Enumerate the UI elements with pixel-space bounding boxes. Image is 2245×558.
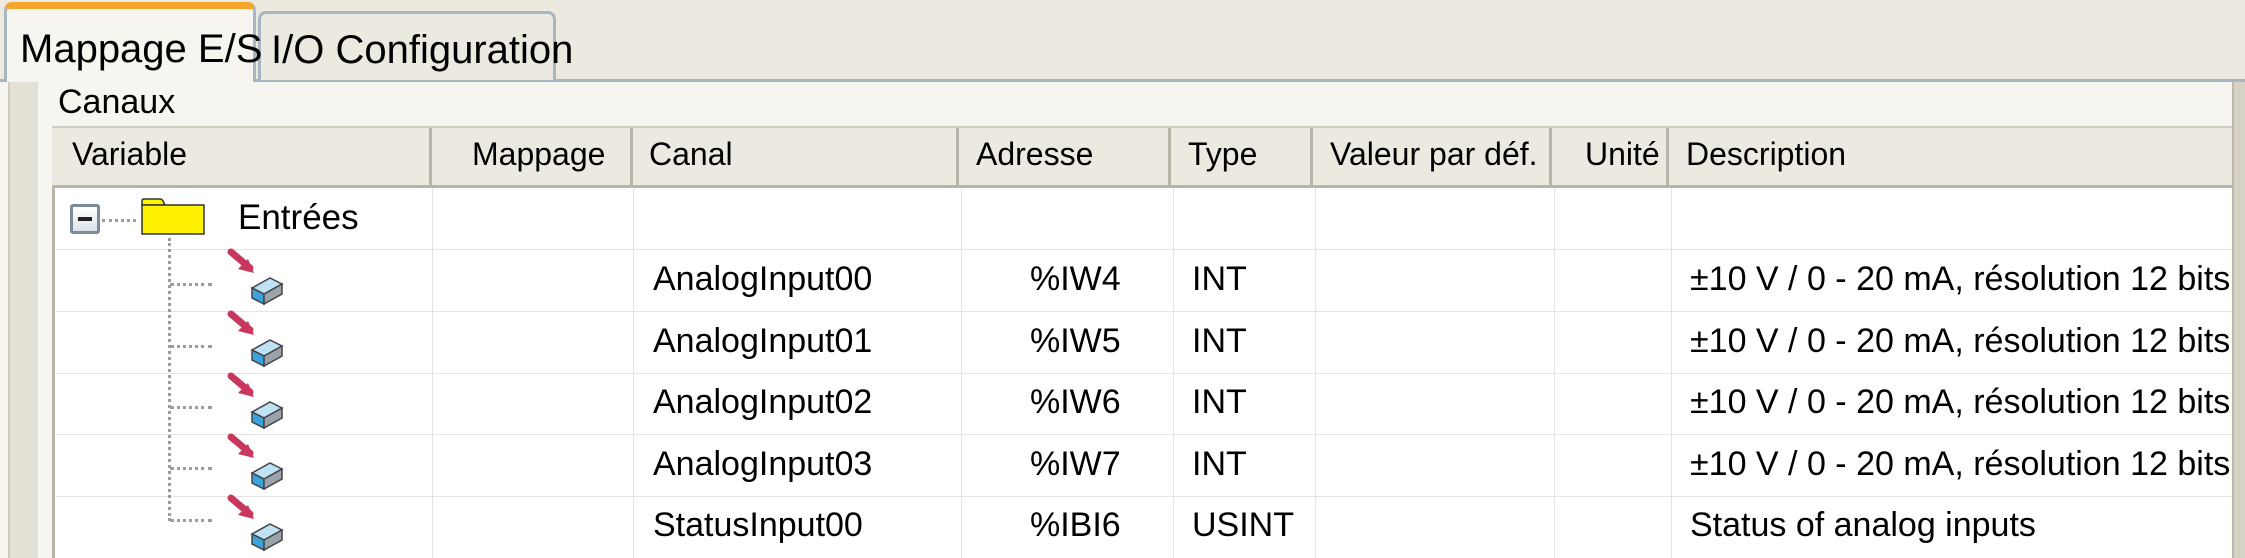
- panel-left-border: [8, 82, 38, 558]
- row-separator: [55, 434, 2232, 435]
- cell-adresse[interactable]: %IBI6: [1030, 507, 1121, 543]
- cell-description[interactable]: ±10 V / 0 - 20 mA, résolution 12 bits: [1690, 446, 2230, 482]
- cell-description[interactable]: ±10 V / 0 - 20 mA, résolution 12 bits: [1690, 384, 2230, 420]
- column-header-variable[interactable]: Variable: [52, 128, 432, 185]
- cell-type[interactable]: USINT: [1192, 507, 1294, 543]
- cell-adresse[interactable]: %IW6: [1030, 384, 1121, 420]
- cell-type[interactable]: INT: [1192, 323, 1247, 359]
- tree-connector: [170, 519, 212, 522]
- cell-adresse[interactable]: %IW7: [1030, 446, 1121, 482]
- column-header-mappage[interactable]: Mappage: [432, 128, 633, 185]
- tab-mappage-es[interactable]: Mappage E/S: [4, 2, 262, 82]
- tree-root-label: Entrées: [238, 198, 359, 237]
- column-header-description[interactable]: Description: [1669, 128, 2232, 185]
- cell-type[interactable]: INT: [1192, 446, 1247, 482]
- row-separator: [55, 496, 2232, 497]
- cell-adresse[interactable]: %IW5: [1030, 323, 1121, 359]
- row-separator: [55, 249, 2232, 250]
- tree-connector: [102, 219, 136, 222]
- cell-type[interactable]: INT: [1192, 261, 1247, 297]
- column-header-valeur-par-defaut[interactable]: Valeur par déf.: [1313, 128, 1552, 185]
- collapse-minus-icon[interactable]: [70, 204, 100, 234]
- cell-canal[interactable]: AnalogInput02: [653, 384, 872, 420]
- column-header-canal[interactable]: Canal: [633, 128, 959, 185]
- row-separator: [55, 373, 2232, 374]
- tree-connector: [168, 238, 171, 521]
- input-channel-icon: [227, 372, 284, 430]
- column-header-adresse[interactable]: Adresse: [959, 128, 1171, 185]
- input-channel-icon: [227, 433, 284, 491]
- tree-connector: [170, 283, 212, 286]
- tree-connector: [170, 406, 212, 409]
- grid-header: Variable Mappage Canal Adresse Type Vale…: [52, 126, 2232, 188]
- column-header-unite[interactable]: Unité: [1552, 128, 1669, 185]
- column-header-type[interactable]: Type: [1171, 128, 1313, 185]
- vertical-scrollbar[interactable]: [2232, 82, 2245, 558]
- input-channel-icon: [227, 494, 284, 552]
- cell-description[interactable]: Status of analog inputs: [1690, 507, 2036, 543]
- input-channel-icon: [227, 310, 284, 368]
- cell-canal[interactable]: AnalogInput00: [653, 261, 872, 297]
- cell-description[interactable]: ±10 V / 0 - 20 mA, résolution 12 bits: [1690, 323, 2230, 359]
- folder-icon: [141, 198, 205, 235]
- cell-canal[interactable]: StatusInput00: [653, 507, 863, 543]
- tree-connector: [170, 345, 212, 348]
- cell-canal[interactable]: AnalogInput01: [653, 323, 872, 359]
- cell-adresse[interactable]: %IW4: [1030, 261, 1121, 297]
- tree-connector: [170, 467, 212, 470]
- row-separator: [55, 311, 2232, 312]
- group-title-canaux: Canaux: [58, 83, 176, 121]
- cell-type[interactable]: INT: [1192, 384, 1247, 420]
- cell-description[interactable]: ±10 V / 0 - 20 mA, résolution 12 bits: [1690, 261, 2230, 297]
- tab-io-configuration[interactable]: I/O Configuration: [258, 11, 573, 80]
- input-channel-icon: [227, 248, 284, 306]
- cell-canal[interactable]: AnalogInput03: [653, 446, 872, 482]
